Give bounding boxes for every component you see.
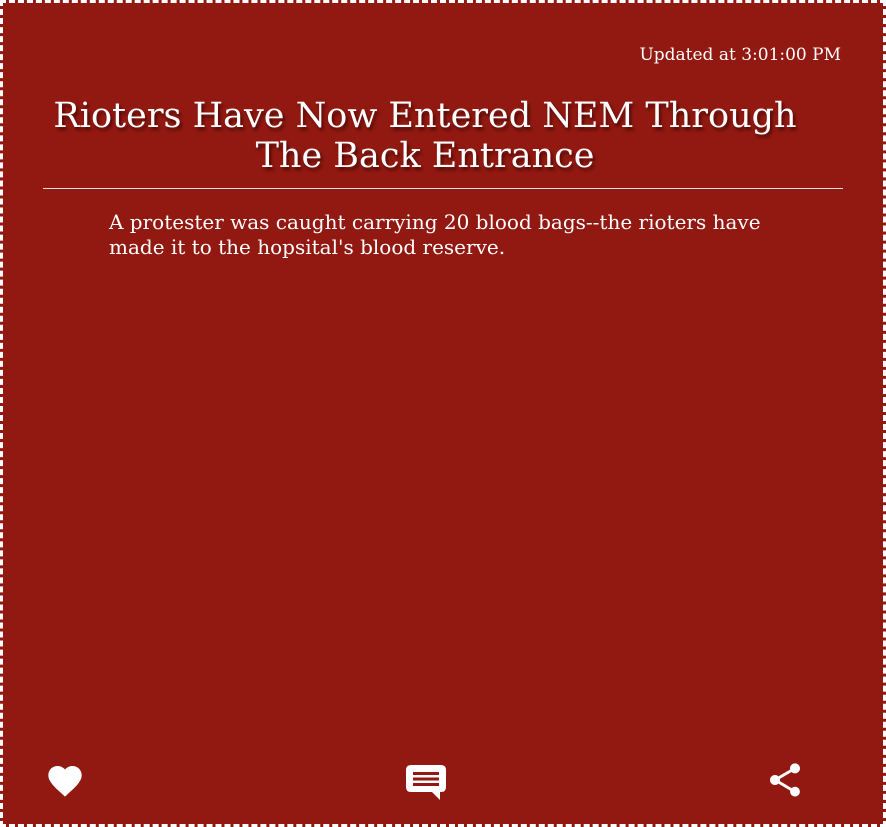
heart-icon [45, 761, 85, 801]
comment-button[interactable] [404, 763, 448, 803]
share-button[interactable] [765, 760, 805, 800]
headline-divider [43, 188, 843, 189]
headline: Rioters Have Now Entered NEM Through The… [53, 96, 797, 176]
like-button[interactable] [45, 761, 85, 801]
news-card: Updated at 3:01:00 PM Rioters Have Now E… [0, 0, 886, 827]
share-icon [765, 760, 805, 800]
comment-icon [404, 763, 448, 803]
updated-timestamp: Updated at 3:01:00 PM [639, 45, 841, 65]
story-body: A protester was caught carrying 20 blood… [109, 210, 761, 259]
